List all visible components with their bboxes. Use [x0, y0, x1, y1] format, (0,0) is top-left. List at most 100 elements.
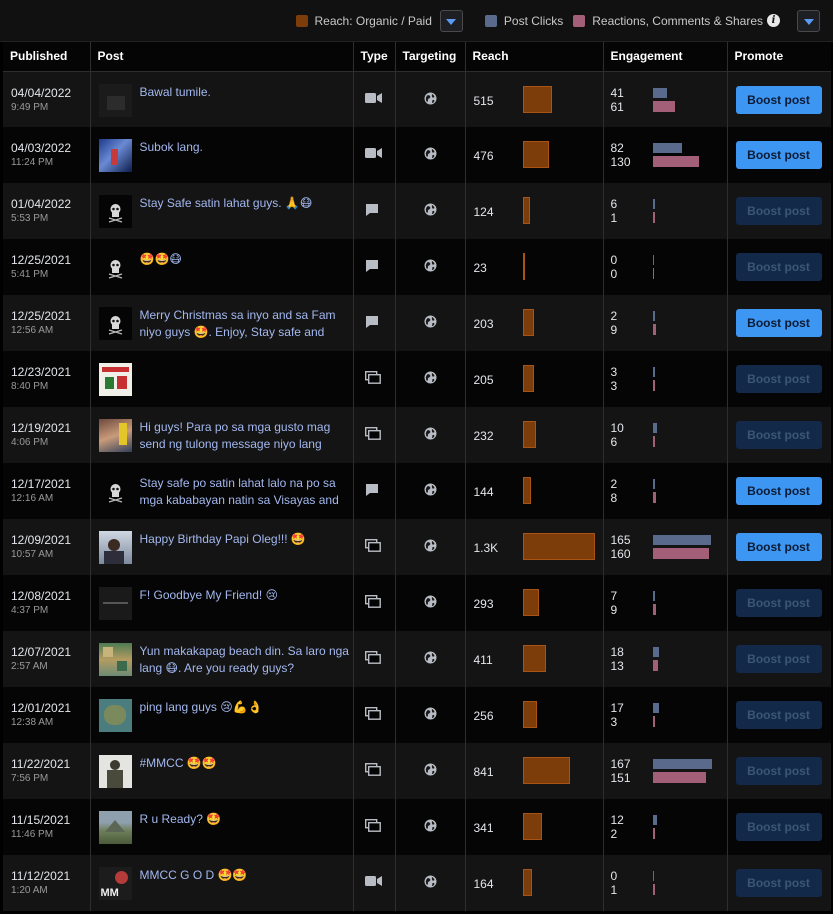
- table-row[interactable]: 11/12/2021 1:20 AM MM MMCC G O D 🤩🤩 164 0 1 Boo…: [3, 855, 831, 911]
- table-row[interactable]: 12/01/2021 12:38 AM ping lang guys 😢💪👌 256 1…: [3, 687, 831, 743]
- reach-cell[interactable]: 23: [465, 239, 604, 295]
- header-published[interactable]: Published: [3, 42, 91, 72]
- reach-cell[interactable]: 476: [465, 127, 604, 183]
- engagement-cell[interactable]: 79: [603, 575, 728, 631]
- post-thumbnail[interactable]: [98, 307, 132, 340]
- engagement-cell[interactable]: 61: [603, 183, 728, 239]
- post-cell[interactable]: MM MMCC G O D 🤩🤩: [90, 855, 354, 911]
- post-cell[interactable]: Happy Birthday Papi Oleg!!! 🤩: [90, 519, 354, 575]
- post-cell[interactable]: #MMCC 🤩🤩: [90, 743, 354, 799]
- reach-cell[interactable]: 205: [465, 351, 604, 407]
- engagement-cell[interactable]: 12 2: [603, 799, 728, 855]
- reach-cell[interactable]: 841: [465, 743, 604, 799]
- boost-post-button[interactable]: Boost post: [735, 197, 822, 225]
- post-link[interactable]: ping lang guys 😢💪👌: [140, 699, 350, 732]
- post-link[interactable]: 🤩🤩😷: [140, 251, 350, 284]
- reach-cell[interactable]: 293: [465, 575, 604, 631]
- engagement-cell[interactable]: 29: [603, 295, 728, 351]
- table-row[interactable]: 12/17/2021 12:16 AM Stay safe po satin lah…: [3, 463, 831, 519]
- post-link[interactable]: Hi guys! Para po sa mga gusto mag send n…: [140, 419, 350, 453]
- post-cell[interactable]: ping lang guys 😢💪👌: [90, 687, 354, 743]
- reach-cell[interactable]: 411: [465, 631, 604, 687]
- post-thumbnail[interactable]: [98, 419, 132, 452]
- post-link[interactable]: Stay Safe satin lahat guys. 🙏😷: [140, 195, 350, 228]
- boost-post-button[interactable]: Boost post: [735, 309, 822, 337]
- reach-cell[interactable]: 124: [465, 183, 604, 239]
- post-thumbnail[interactable]: MM: [98, 867, 132, 900]
- header-reach[interactable]: Reach: [465, 42, 604, 72]
- header-engagement[interactable]: Engagement: [603, 42, 728, 72]
- table-row[interactable]: 12/25/2021 12:56 AM Merry Christmas sa iny…: [3, 295, 831, 351]
- boost-post-button[interactable]: Boost post: [735, 869, 822, 897]
- post-link[interactable]: Merry Christmas sa inyo and sa Fam niyo …: [140, 307, 350, 341]
- post-thumbnail[interactable]: [98, 643, 132, 676]
- header-type[interactable]: Type: [353, 42, 396, 72]
- table-row[interactable]: 12/07/2021 2:57 AM Yun makakapag beach din…: [3, 631, 831, 687]
- engagement-cell[interactable]: 41 61: [603, 71, 728, 127]
- post-thumbnail[interactable]: [98, 755, 132, 788]
- reach-cell[interactable]: 1.3K: [465, 519, 604, 575]
- post-link[interactable]: F! Goodbye My Friend! 😢: [140, 587, 350, 620]
- post-cell[interactable]: 🤩🤩😷: [90, 239, 354, 295]
- reach-cell[interactable]: 341: [465, 799, 604, 855]
- post-thumbnail[interactable]: [98, 195, 132, 228]
- engagement-cell[interactable]: 33: [603, 351, 728, 407]
- reach-cell[interactable]: 232: [465, 407, 604, 463]
- post-link[interactable]: Happy Birthday Papi Oleg!!! 🤩: [140, 531, 350, 564]
- post-thumbnail[interactable]: [98, 251, 132, 284]
- table-row[interactable]: 11/15/2021 11:46 PM R u Ready? 🤩 341 12 2 Boos…: [3, 799, 831, 855]
- boost-post-button[interactable]: Boost post: [735, 589, 822, 617]
- engagement-dropdown-button[interactable]: [797, 9, 820, 32]
- post-thumbnail[interactable]: [98, 475, 132, 508]
- table-row[interactable]: 01/04/2022 5:53 PM Stay Safe satin lahat g…: [3, 183, 831, 239]
- post-cell[interactable]: Merry Christmas sa inyo and sa Fam niyo …: [90, 295, 354, 351]
- table-row[interactable]: 12/25/2021 5:41 PM 🤩🤩😷 23 0 0 Boost post: [3, 239, 831, 295]
- post-thumbnail[interactable]: [98, 83, 132, 117]
- post-cell[interactable]: Bawal tumile.: [90, 71, 354, 127]
- post-link[interactable]: Subok lang.: [140, 139, 350, 172]
- table-row[interactable]: 04/03/2022 11:24 PM Subok lang. 476 82 130 Boo…: [3, 127, 831, 183]
- post-cell[interactable]: Yun makakapag beach din. Sa laro nga lan…: [90, 631, 354, 687]
- info-icon[interactable]: i: [767, 14, 780, 27]
- post-cell[interactable]: [90, 351, 354, 407]
- post-link[interactable]: MMCC G O D 🤩🤩: [140, 867, 350, 900]
- engagement-cell[interactable]: 10 6: [603, 407, 728, 463]
- boost-post-button[interactable]: Boost post: [735, 421, 822, 449]
- post-thumbnail[interactable]: [98, 811, 132, 844]
- reach-cell[interactable]: 203: [465, 295, 604, 351]
- engagement-cell[interactable]: 18 13: [603, 631, 728, 687]
- boost-post-button[interactable]: Boost post: [735, 645, 822, 673]
- reach-cell[interactable]: 164: [465, 855, 604, 911]
- post-cell[interactable]: Subok lang.: [90, 127, 354, 183]
- table-row[interactable]: 12/08/2021 4:37 PM F! Goodbye My Friend! 😢…: [3, 575, 831, 631]
- table-row[interactable]: 04/04/2022 9:49 PM Bawal tumile. 515 41 61 Boo…: [3, 71, 831, 127]
- post-thumbnail[interactable]: [98, 587, 132, 620]
- table-row[interactable]: 12/09/2021 10:57 AM Happy Birthday Papi Ol…: [3, 519, 831, 575]
- post-cell[interactable]: Hi guys! Para po sa mga gusto mag send n…: [90, 407, 354, 463]
- engagement-cell[interactable]: 82 130: [603, 127, 728, 183]
- boost-post-button[interactable]: Boost post: [735, 253, 822, 281]
- engagement-cell[interactable]: 01: [603, 855, 728, 911]
- engagement-cell[interactable]: 28: [603, 463, 728, 519]
- engagement-cell[interactable]: 17 3: [603, 687, 728, 743]
- engagement-cell[interactable]: 00: [603, 239, 728, 295]
- post-thumbnail[interactable]: [98, 531, 132, 564]
- engagement-cell[interactable]: 167 151: [603, 743, 728, 799]
- reach-cell[interactable]: 515: [465, 71, 604, 127]
- engagement-cell[interactable]: 165 160: [603, 519, 728, 575]
- post-thumbnail[interactable]: [98, 363, 132, 396]
- post-link[interactable]: Stay safe po satin lahat lalo na po sa m…: [140, 475, 350, 509]
- post-link[interactable]: Yun makakapag beach din. Sa laro nga lan…: [140, 643, 350, 677]
- reach-cell[interactable]: 144: [465, 463, 604, 519]
- table-row[interactable]: 11/22/2021 7:56 PM #MMCC 🤩🤩 841 167 151 Boost …: [3, 743, 831, 799]
- boost-post-button[interactable]: Boost post: [735, 141, 822, 169]
- post-link[interactable]: #MMCC 🤩🤩: [140, 755, 350, 788]
- reach-cell[interactable]: 256: [465, 687, 604, 743]
- boost-post-button[interactable]: Boost post: [735, 813, 822, 841]
- boost-post-button[interactable]: Boost post: [735, 365, 822, 393]
- boost-post-button[interactable]: Boost post: [735, 701, 822, 729]
- boost-post-button[interactable]: Boost post: [735, 533, 822, 561]
- boost-post-button[interactable]: Boost post: [735, 477, 822, 505]
- post-cell[interactable]: Stay Safe satin lahat guys. 🙏😷: [90, 183, 354, 239]
- post-cell[interactable]: Stay safe po satin lahat lalo na po sa m…: [90, 463, 354, 519]
